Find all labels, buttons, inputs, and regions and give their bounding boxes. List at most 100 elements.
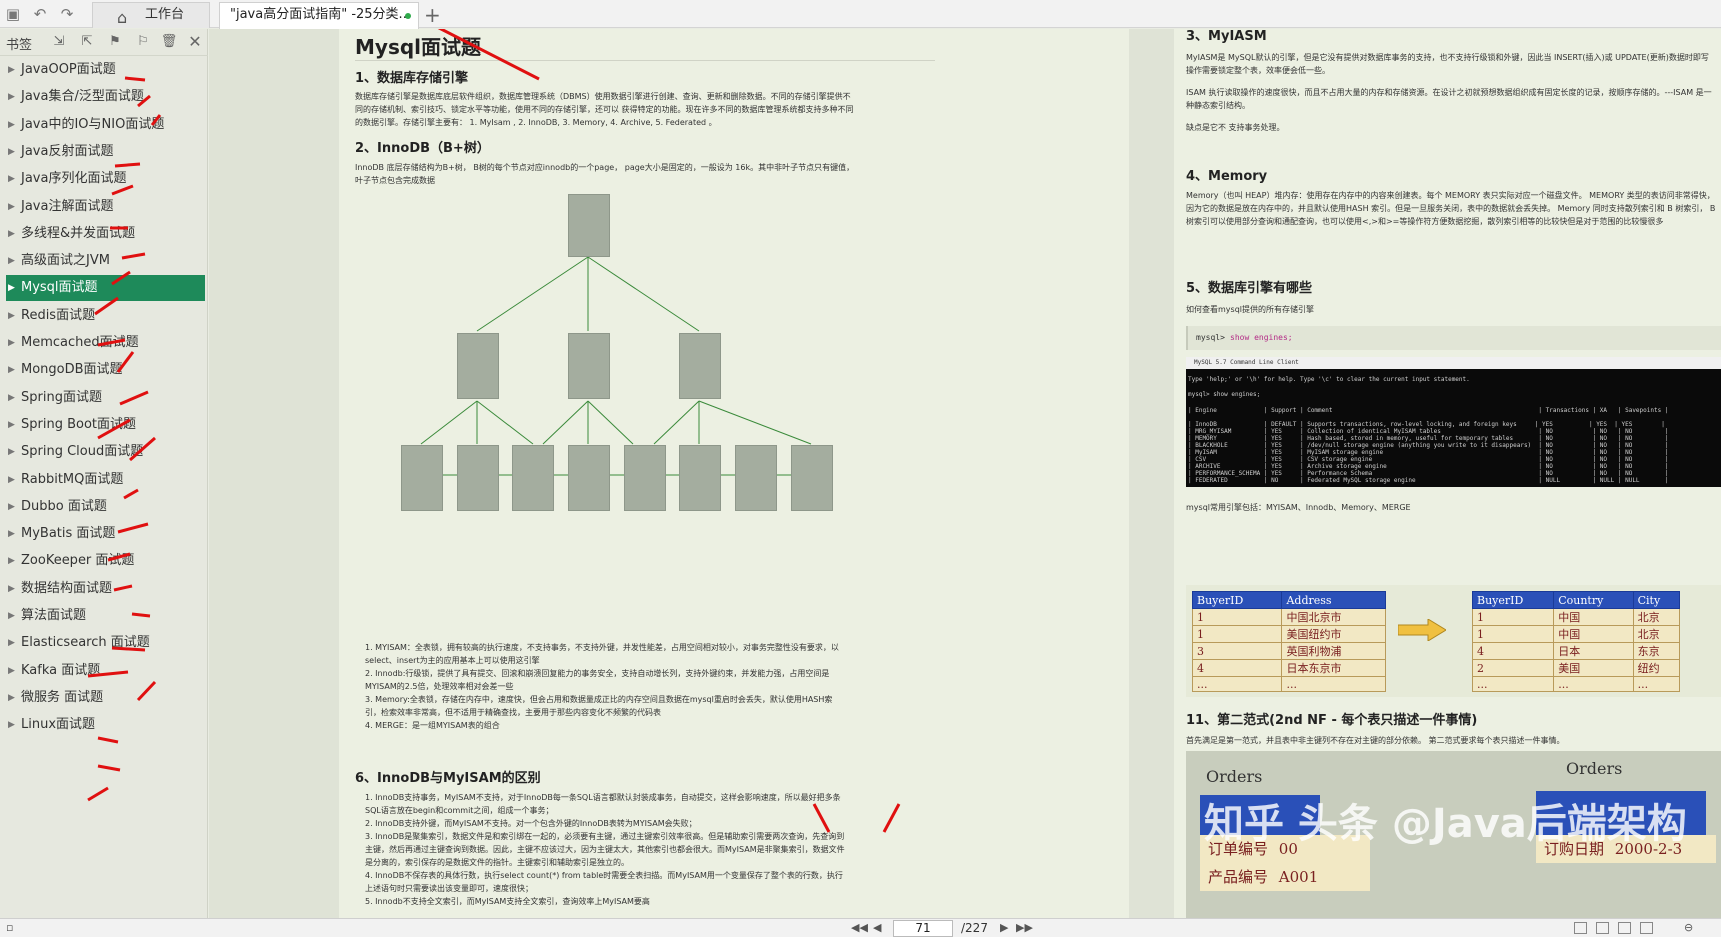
sidebar-item[interactable]: ▶ RabbitMQ面试题 [0, 467, 205, 493]
expand-chevron-icon[interactable]: ▶ [8, 166, 15, 192]
sidebar-item[interactable]: ▶ Java中的IO与NIO面试题 [0, 112, 205, 138]
redo-icon[interactable]: ↷ [58, 5, 76, 23]
sidebar-item[interactable]: ▶ Spring Cloud面试题 [0, 439, 205, 465]
sidebar-item-label: MyBatis 面试题 [21, 526, 116, 542]
sidebar-item[interactable]: ▶ Java集合/泛型面试题 [0, 84, 205, 110]
expand-chevron-icon[interactable]: ▶ [8, 658, 15, 684]
sidebar-item[interactable]: ▶ Java序列化面试题 [0, 166, 205, 192]
expand-chevron-icon[interactable]: ▶ [8, 630, 15, 656]
sidebar-item[interactable]: ▶ Spring面试题 [0, 385, 205, 411]
sidebar-item[interactable]: ▶ Java注解面试题 [0, 194, 205, 220]
expand-chevron-icon[interactable]: ▶ [8, 357, 15, 383]
sidebar-item[interactable]: ▶ 微服务 面试题 [0, 685, 205, 711]
sidebar-item[interactable]: ▶ Linux面试题 [0, 712, 205, 738]
sidebar-item-label: Spring Cloud面试题 [21, 444, 144, 460]
sidebar-item[interactable]: ▶ MongoDB面试题 [0, 357, 205, 383]
annotation-arrow [812, 803, 831, 833]
expand-chevron-icon[interactable]: ▶ [8, 57, 15, 83]
annotation-arrow-group [437, 29, 901, 833]
sidebar-item-label: RabbitMQ面试题 [21, 471, 124, 487]
sidebar-item-label: Java反射面试题 [21, 143, 114, 159]
sidebar-item-label: JavaOOP面试题 [21, 62, 116, 77]
new-tab-icon[interactable]: + [424, 3, 441, 27]
sidebar-item[interactable]: ▶ Redis面试题 [0, 303, 205, 329]
sidebar-item-label: Kafka 面试题 [21, 662, 101, 678]
sidebar-toggle-icon[interactable]: ▫ [6, 921, 13, 934]
last-page-icon[interactable]: ▶▶ [1016, 921, 1033, 934]
sidebar-item-label: 高级面试之JVM [21, 253, 110, 269]
expand-chevron-icon[interactable]: ▶ [8, 712, 15, 738]
sidebar-item-label: Java集合/泛型面试题 [21, 89, 144, 105]
sidebar-item[interactable]: ▶ 数据结构面试题 [0, 576, 205, 602]
sidebar-item[interactable]: ▶ Dubbo 面试题 [0, 494, 205, 520]
expand-chevron-icon[interactable]: ▶ [8, 194, 15, 220]
expand-chevron-icon[interactable]: ▶ [8, 439, 15, 465]
tab-document[interactable]: "java高分面试指南" -25分类... [219, 2, 419, 29]
delete-bookmark-icon[interactable]: 🗑 [160, 33, 178, 51]
expand-chevron-icon[interactable]: ▶ [8, 603, 15, 629]
sidebar-item[interactable]: ▶ Java反射面试题 [0, 139, 205, 165]
two-page-view-icon[interactable] [1596, 922, 1609, 934]
sidebar-item[interactable]: ▶ 高级面试之JVM [0, 248, 205, 274]
expand-chevron-icon[interactable]: ▶ [8, 112, 15, 138]
sidebar-item-label: Redis面试题 [21, 307, 96, 323]
page-number-input[interactable]: 71 [893, 920, 953, 937]
undo-icon[interactable]: ↶ [31, 5, 49, 23]
book-view-icon[interactable] [1640, 922, 1653, 934]
prev-page-icon[interactable]: ◀ [873, 921, 881, 934]
sidebar-item-label: Memcached面试题 [21, 335, 139, 350]
collapse-all-icon[interactable]: ⇱ [78, 33, 96, 51]
expand-all-icon[interactable]: ⇲ [50, 33, 68, 51]
first-page-icon[interactable]: ◀◀ [851, 921, 868, 934]
title-bar: ▣ ↶ ↷ ⌂ 工作台 "java高分面试指南" -25分类... + [0, 0, 1721, 29]
expand-chevron-icon[interactable]: ▶ [8, 330, 15, 356]
expand-chevron-icon[interactable]: ▶ [8, 221, 15, 247]
expand-chevron-icon[interactable]: ▶ [8, 494, 15, 520]
expand-chevron-icon[interactable]: ▶ [8, 548, 15, 574]
sidebar-item[interactable]: ▶ 算法面试题 [0, 603, 205, 629]
sidebar-item[interactable]: ▶ Elasticsearch 面试题 [0, 630, 205, 656]
single-page-view-icon[interactable] [1574, 922, 1587, 934]
tab-home[interactable]: ⌂ 工作台 [92, 2, 210, 28]
sidebar-title: 书签 [6, 38, 33, 53]
bookmark-sidebar: 书签 ⇲ ⇱ ⚑ ⚐ 🗑 ✕ ▶ JavaOOP面试题 ▶ Java集合/泛型面试题 ▶… [0, 29, 208, 918]
expand-chevron-icon[interactable]: ▶ [8, 275, 15, 301]
next-page-icon[interactable]: ▶ [1000, 921, 1008, 934]
sidebar-item[interactable]: ▶ Spring Boot面试题 [0, 412, 205, 438]
save-icon[interactable]: ▣ [4, 5, 22, 23]
close-sidebar-icon[interactable]: ✕ [186, 33, 204, 51]
sidebar-item[interactable]: ▶ Mysql面试题 [6, 275, 205, 302]
sidebar-item-label: 多线程&并发面试题 [21, 225, 136, 241]
continuous-view-icon[interactable] [1618, 922, 1631, 934]
sidebar-item-label: Linux面试题 [21, 717, 96, 733]
sidebar-item-label: ZooKeeper 面试题 [21, 553, 135, 569]
sidebar-item[interactable]: ▶ JavaOOP面试题 [0, 57, 205, 83]
expand-chevron-icon[interactable]: ▶ [8, 576, 15, 602]
sidebar-item[interactable]: ▶ ZooKeeper 面试题 [0, 548, 205, 574]
expand-chevron-icon[interactable]: ▶ [8, 248, 15, 274]
annotation-arrow [882, 803, 901, 833]
sidebar-item-label: Java注解面试题 [21, 198, 114, 214]
expand-chevron-icon[interactable]: ▶ [8, 303, 15, 329]
sidebar-item-label: Spring Boot面试题 [21, 416, 137, 432]
zoom-out-icon[interactable]: ⊖ [1684, 921, 1693, 934]
add-bookmark-icon[interactable]: ⚑ [106, 33, 124, 51]
bookmark-options-icon[interactable]: ⚐ [134, 33, 152, 51]
sidebar-item[interactable]: ▶ MyBatis 面试题 [0, 521, 205, 547]
sidebar-item-label: Java序列化面试题 [21, 171, 127, 187]
sidebar-header: 书签 ⇲ ⇱ ⚑ ⚐ 🗑 ✕ [0, 29, 208, 56]
expand-chevron-icon[interactable]: ▶ [8, 467, 15, 493]
sidebar-item[interactable]: ▶ Kafka 面试题 [0, 658, 205, 684]
page-total: /227 [961, 921, 988, 935]
sidebar-item[interactable]: ▶ 多线程&并发面试题 [0, 221, 205, 247]
expand-chevron-icon[interactable]: ▶ [8, 685, 15, 711]
status-bar: ▫ ◀◀ ◀ 71 /227 ▶ ▶▶ ⊖ [0, 918, 1721, 937]
sidebar-item[interactable]: ▶ Memcached面试题 [0, 330, 205, 356]
expand-chevron-icon[interactable]: ▶ [8, 84, 15, 110]
expand-chevron-icon[interactable]: ▶ [8, 521, 15, 547]
annotation-arrow [437, 29, 540, 81]
expand-chevron-icon[interactable]: ▶ [8, 412, 15, 438]
tab-document-label: "java高分面试指南" -25分类... [230, 7, 411, 22]
expand-chevron-icon[interactable]: ▶ [8, 139, 15, 165]
expand-chevron-icon[interactable]: ▶ [8, 385, 15, 411]
